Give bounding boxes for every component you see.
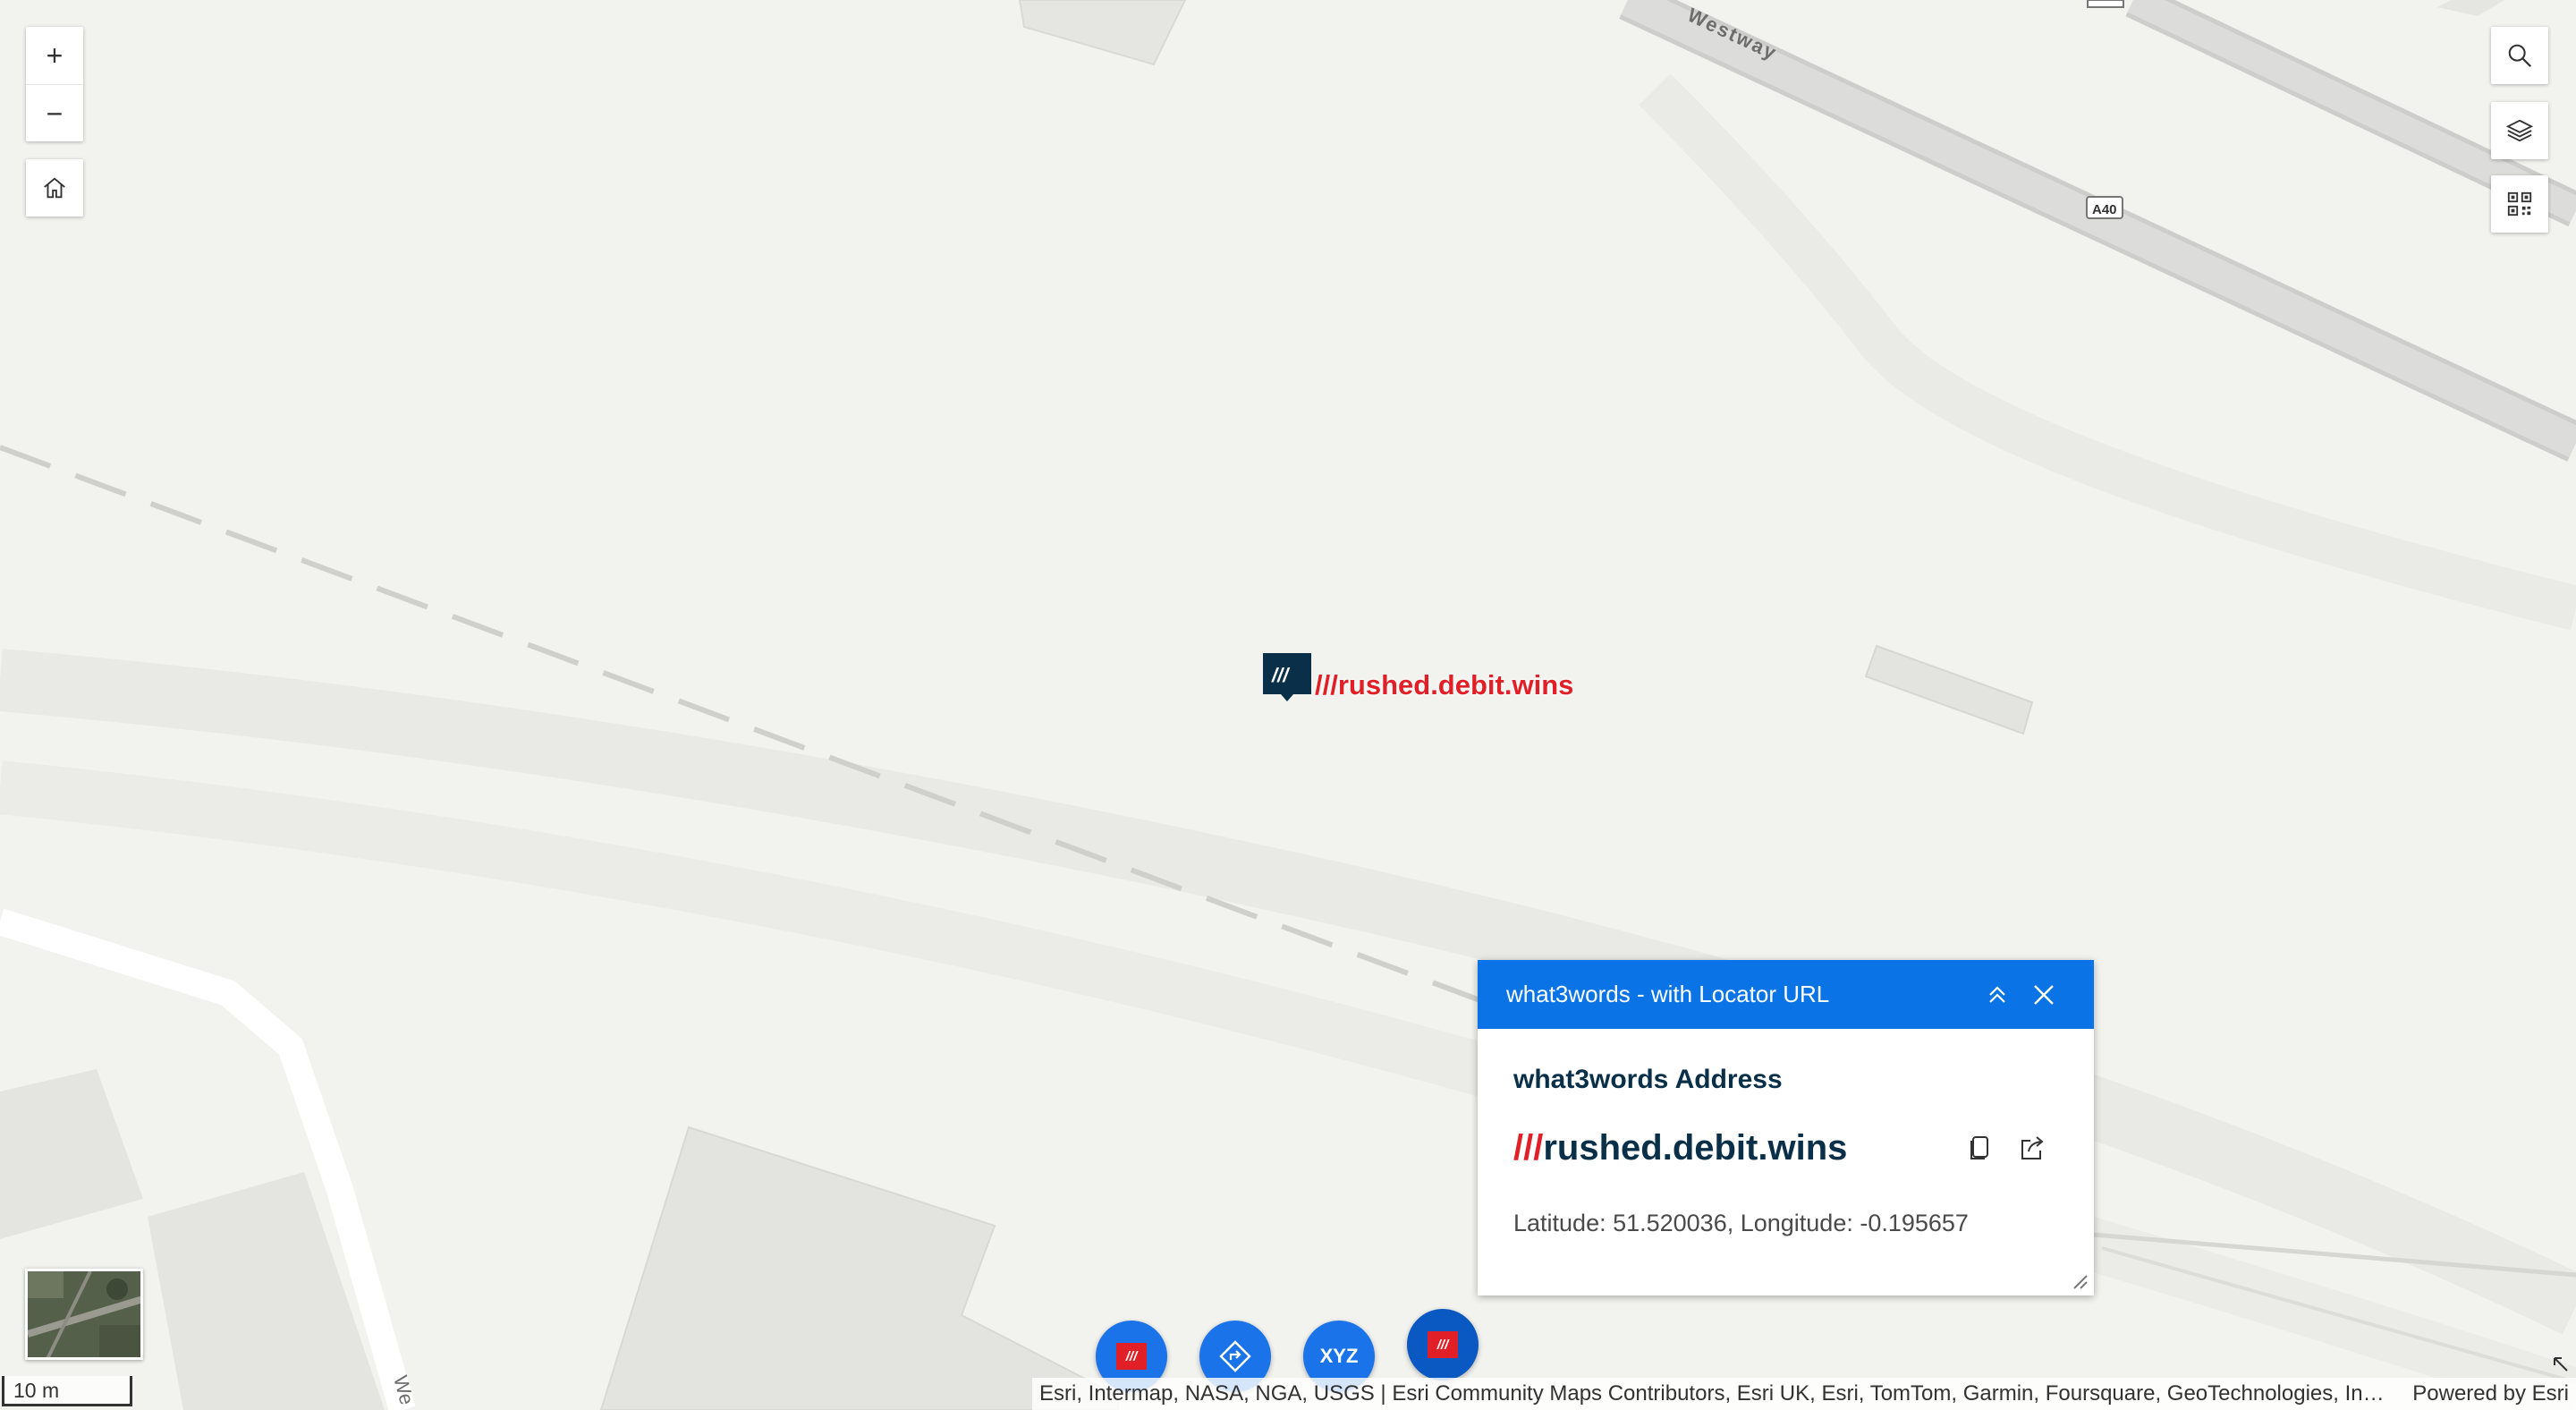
search-icon: [2508, 44, 2531, 67]
w3w-active-button[interactable]: ///: [1407, 1309, 1479, 1380]
w3w-address: ///rushed.debit.wins: [1513, 1128, 1954, 1168]
popup-body: what3words Address ///rushed.debit.wins …: [1478, 1029, 2094, 1237]
scale-bar: 10 m: [2, 1376, 132, 1406]
popup-header: what3words - with Locator URL: [1478, 960, 2094, 1029]
minus-icon: −: [46, 97, 64, 130]
directions-icon: [1219, 1340, 1251, 1372]
home-control: [26, 159, 83, 217]
zoom-in-button[interactable]: +: [26, 27, 83, 84]
chevron-double-up-icon: [1989, 985, 2005, 1003]
home-button[interactable]: [26, 159, 83, 217]
expand-arrow-icon[interactable]: [2551, 1355, 2572, 1376]
popup-title: what3words - with Locator URL: [1506, 981, 1830, 1007]
w3w-popup: what3words - with Locator URL what3words…: [1478, 960, 2094, 1295]
attribution-text: Esri, Intermap, NASA, NGA, USGS | Esri C…: [1039, 1381, 2392, 1406]
share-icon: [2021, 1136, 2044, 1159]
map-view[interactable]: Westway A40 We: [0, 0, 2576, 1410]
basemap-toggle[interactable]: [25, 1269, 143, 1360]
svg-text:///: ///: [1271, 664, 1291, 686]
close-button[interactable]: [2022, 973, 2065, 1016]
collapse-button[interactable]: [1976, 973, 2019, 1016]
zoom-controls: + −: [26, 27, 83, 141]
powered-by-esri[interactable]: Powered by Esri: [2412, 1381, 2569, 1406]
copy-button[interactable]: [1954, 1125, 2006, 1170]
share-button[interactable]: [2006, 1125, 2058, 1170]
qr-control: [2491, 175, 2548, 233]
xyz-label: XYZ: [1319, 1345, 1359, 1367]
search-button[interactable]: [2491, 27, 2548, 84]
layers-button[interactable]: [2491, 102, 2548, 159]
coordinates-text: Latitude: 51.520036, Longitude: -0.19565…: [1513, 1210, 1969, 1236]
close-icon: [2034, 984, 2054, 1005]
w3w-marker-label: ///rushed.debit.wins: [1315, 669, 1574, 701]
w3w-heading: what3words Address: [1513, 1065, 1783, 1094]
road-shield-a40: A40: [2092, 202, 2117, 217]
w3w-red-icon: ///: [1116, 1343, 1147, 1370]
attribution-bar[interactable]: Esri, Intermap, NASA, NGA, USGS | Esri C…: [1032, 1378, 2576, 1410]
w3w-map-marker[interactable]: ///: [1263, 653, 1311, 701]
basemap-canvas[interactable]: Westway A40 We: [0, 0, 2576, 1410]
resize-grip-icon[interactable]: [2071, 1272, 2089, 1290]
w3w-marker-icon: ///: [1263, 653, 1311, 701]
home-icon: [44, 177, 65, 199]
w3w-words[interactable]: rushed.debit.wins: [1543, 1128, 1847, 1168]
satellite-thumbnail: [28, 1271, 140, 1357]
zoom-out-button[interactable]: −: [26, 84, 83, 141]
w3w-address-row: ///rushed.debit.wins: [1513, 1125, 2058, 1170]
w3w-active-label: ///: [1436, 1337, 1449, 1353]
qr-code-icon: [2507, 191, 2532, 217]
qr-code-button[interactable]: [2491, 175, 2548, 233]
layers-control: [2491, 102, 2548, 159]
copy-icon: [1970, 1136, 1988, 1159]
w3w-active-icon: ///: [1428, 1331, 1458, 1358]
search-control: [2491, 27, 2548, 84]
w3w-red-label: ///: [1125, 1348, 1138, 1364]
plus-icon: +: [46, 39, 64, 72]
w3w-slashes: ///: [1513, 1127, 1544, 1168]
layers-icon: [2506, 119, 2533, 142]
